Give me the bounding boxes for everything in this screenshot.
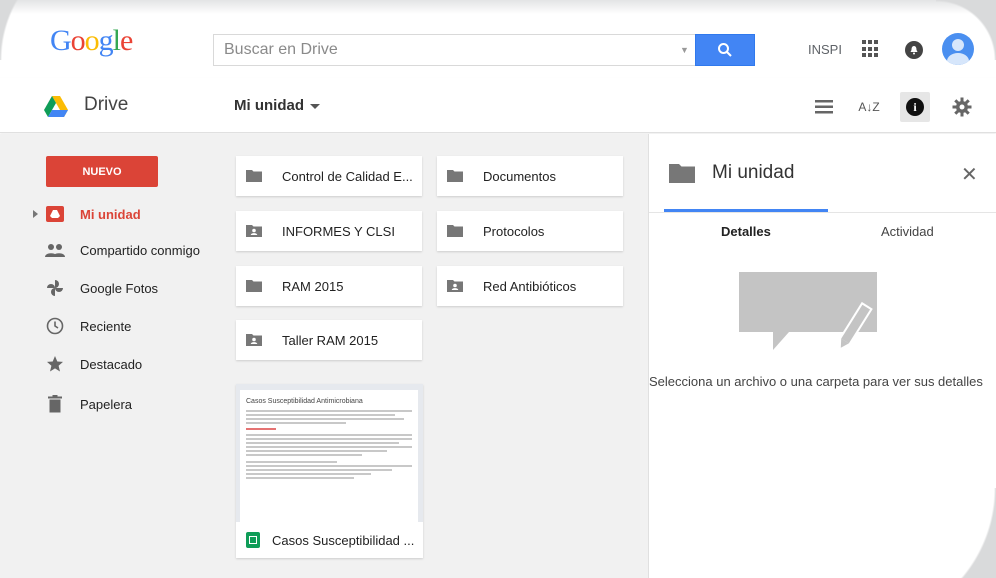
folder-icon [447,225,463,237]
app-title: Drive [84,94,129,115]
search-options-icon[interactable]: ▼ [680,45,689,55]
new-button[interactable]: NUEVO [46,156,158,187]
folder-item[interactable]: RAM 2015 [236,266,422,306]
folder-name: Protocolos [483,223,545,239]
trash-icon [45,394,65,414]
folder-name: RAM 2015 [282,278,344,294]
empty-state-message: Selecciona un archivo o una carpeta para… [649,374,983,389]
shared-folder-icon [447,280,463,292]
expand-arrow-icon[interactable] [33,210,38,218]
sidebar-item-label: Google Fotos [80,280,159,296]
panel-title: Mi unidad [712,162,795,183]
top-bar: Google ▼ INSPI [0,14,996,78]
tab-details[interactable]: Detalles [721,224,771,239]
file-name: Casos Susceptibilidad ... [272,532,415,548]
folder-name: Taller RAM 2015 [282,332,379,348]
star-icon [45,354,65,374]
sidebar-item-my-drive[interactable]: Mi unidad [0,196,214,232]
photos-icon [45,278,65,298]
search-button[interactable] [695,34,755,66]
shared-folder-icon [246,225,262,237]
search-input[interactable] [214,35,684,65]
folder-item[interactable]: Red Antibióticos [437,266,623,306]
top-edge-shadow [0,0,996,14]
empty-state-illustration [739,272,877,350]
sidebar-item-label: Compartido conmigo [80,242,200,258]
folder-name: INFORMES Y CLSI [282,223,395,239]
info-icon: i [906,98,924,116]
search-icon [718,43,732,57]
corner-mask [856,488,996,578]
folder-item[interactable]: Control de Calidad E... [236,156,422,196]
file-thumbnail: Casos Susceptibilidad Antimicrobiana [236,384,423,522]
file-name-row: Casos Susceptibilidad ... [246,532,414,548]
folder-icon [669,164,695,183]
sidebar-item-label: Destacado [80,356,143,372]
folder-icon [246,170,262,182]
info-button[interactable]: i [900,92,930,122]
sort-az-icon[interactable]: A↓Z [857,95,881,119]
corner-mask [936,0,996,60]
close-icon[interactable]: ✕ [961,162,978,187]
tabs-divider [649,212,996,213]
sidebar-item-label: Mi unidad [80,206,141,222]
notifications-bell-icon[interactable] [905,41,923,59]
apps-grid-icon[interactable] [862,40,880,58]
clock-icon [45,316,65,336]
caret-down-icon [310,103,320,109]
document-preview: Casos Susceptibilidad Antimicrobiana [240,390,418,522]
folder-icon [447,170,463,182]
sidebar: NUEVO Mi unidad Compartido conmigo Googl… [0,134,214,578]
drive-toolbar: Drive Mi unidad A↓Z i [0,78,996,133]
search-box[interactable]: ▼ [213,34,755,66]
tab-activity[interactable]: Actividad [881,224,934,239]
breadcrumb-my-drive[interactable]: Mi unidad [234,97,320,114]
folder-item[interactable]: Taller RAM 2015 [236,320,422,360]
active-tab-indicator [664,209,828,212]
folder-icon [246,280,262,292]
sidebar-item-shared[interactable]: Compartido conmigo [0,232,214,268]
file-grid: Control de Calidad E... Documentos INFOR… [214,134,648,578]
folder-name: Red Antibióticos [483,278,577,294]
sidebar-item-label: Papelera [80,396,133,412]
gear-icon[interactable] [950,95,974,119]
drive-window: Google ▼ INSPI Drive Mi unidad A↓Z i [0,0,996,578]
sheets-icon [246,532,260,548]
sidebar-item-photos[interactable]: Google Fotos [0,270,214,306]
account-name[interactable]: INSPI [808,42,842,57]
file-card[interactable]: Casos Susceptibilidad Antimicrobiana Cas… [236,384,423,558]
folder-item[interactable]: INFORMES Y CLSI [236,211,422,251]
sidebar-item-recent[interactable]: Reciente [0,308,214,344]
folder-name: Documentos [483,168,556,184]
drive-logo-icon [44,96,68,117]
shared-icon [45,240,65,260]
sidebar-item-starred[interactable]: Destacado [0,346,214,382]
breadcrumb-label: Mi unidad [234,97,304,114]
shared-folder-icon [246,334,262,346]
preview-title: Casos Susceptibilidad Antimicrobiana [246,398,363,405]
list-view-icon[interactable] [812,95,836,119]
folder-name: Control de Calidad E... [282,168,413,184]
my-drive-icon [45,204,65,224]
sidebar-item-label: Reciente [80,318,132,334]
folder-item[interactable]: Protocolos [437,211,623,251]
sidebar-item-trash[interactable]: Papelera [0,386,214,422]
folder-item[interactable]: Documentos [437,156,623,196]
corner-mask [0,0,120,60]
